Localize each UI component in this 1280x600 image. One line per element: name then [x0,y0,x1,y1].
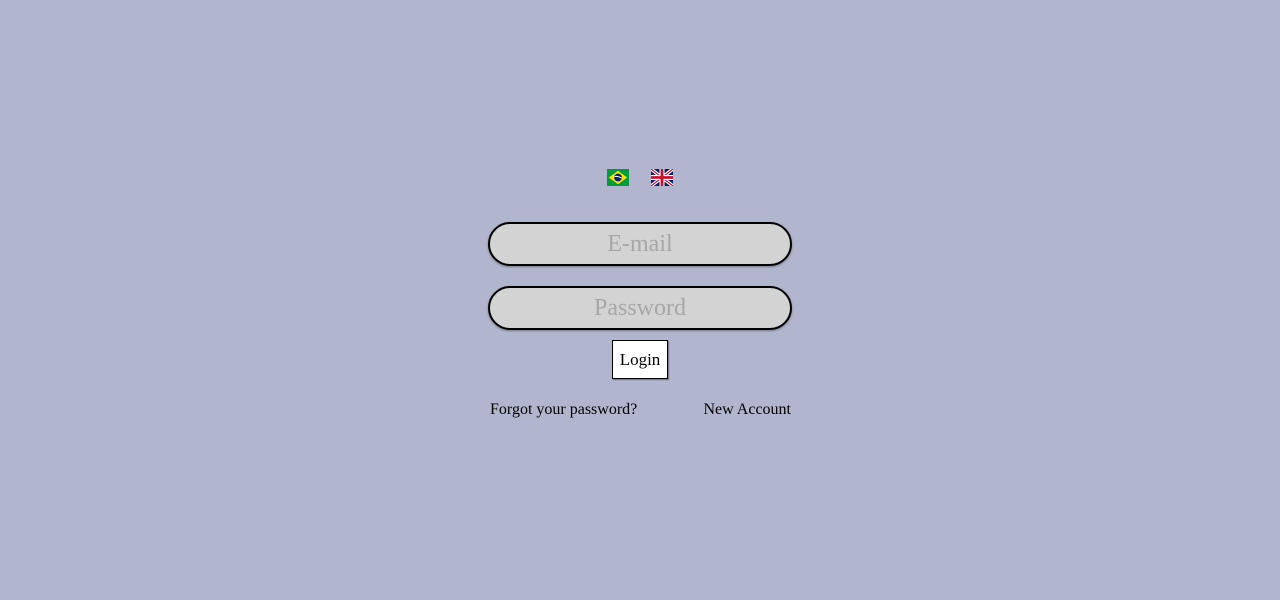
new-account-link[interactable]: New Account [703,401,791,419]
email-field[interactable] [488,222,792,266]
password-field[interactable] [488,286,792,330]
forgot-password-link[interactable]: Forgot your password? [490,401,637,419]
brazil-flag-icon[interactable] [607,169,629,186]
language-selector [0,169,1280,186]
uk-flag-graphic [651,169,673,186]
login-button[interactable]: Login [612,340,668,379]
brazil-flag-graphic [607,169,629,186]
login-page: Login Forgot your password? New Account [0,0,1280,600]
uk-flag-icon[interactable] [651,169,673,186]
